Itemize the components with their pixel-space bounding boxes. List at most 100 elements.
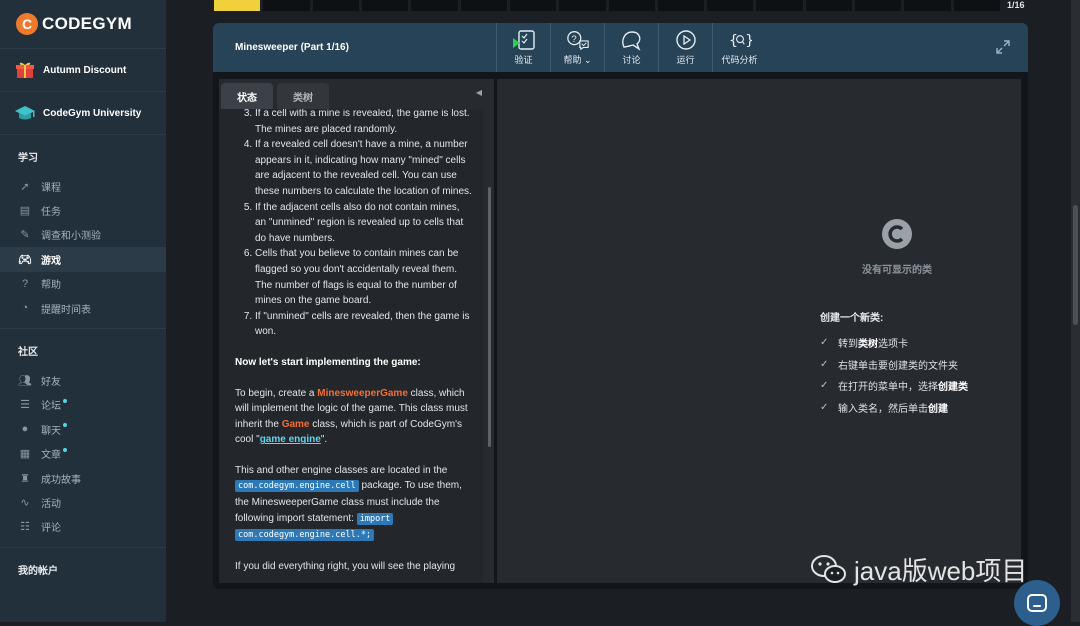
- code-analysis-icon: {}: [728, 29, 752, 51]
- discussion-button[interactable]: 讨论: [604, 23, 658, 72]
- check-icon: ✓: [820, 337, 829, 349]
- reminder-icon: ◔: [21, 302, 29, 315]
- sidebar-item-activity[interactable]: ∿ 活动: [0, 490, 166, 514]
- task-toolbar: Minesweeper (Part 1/16) 验证 ? 帮助 ⌄ 讨论 运行: [213, 23, 1028, 72]
- game-engine-link[interactable]: game engine: [260, 434, 321, 445]
- sidebar-item-tasks[interactable]: ▤ 任务: [0, 198, 166, 222]
- codegym-logo-icon: [882, 219, 912, 249]
- section-title-learn: 学习: [18, 153, 38, 164]
- sidebar-item-forum[interactable]: ☰ 论坛: [0, 393, 166, 417]
- package-code: com.codegym.engine.cell: [235, 480, 359, 493]
- logo-badge-icon: C: [16, 13, 38, 35]
- message-icon: [1027, 594, 1047, 612]
- scrollbar[interactable]: [488, 187, 491, 447]
- sidebar-item-label: 聊天: [41, 425, 61, 437]
- list-item: If "unmined" cells are revealed, then th…: [255, 309, 473, 340]
- progress-segment[interactable]: [608, 0, 655, 11]
- promo-autumn-discount[interactable]: Autumn Discount: [0, 49, 166, 92]
- sidebar-item-courses[interactable]: ➚ 课程: [0, 174, 166, 198]
- sidebar-item-label: 任务: [41, 207, 61, 219]
- sidebar-item-articles[interactable]: ▦ 文章: [0, 442, 166, 466]
- sidebar: C CODEGYM Autumn Discount CodeGym Univer…: [0, 0, 166, 622]
- create-class-title: 创建一个新类:: [820, 313, 884, 324]
- tab-bar: 状态 类树 ◀: [219, 79, 494, 109]
- list-item: ✓ 在打开的菜单中，选择 创建类: [820, 380, 968, 394]
- activity-icon: ∿: [20, 496, 30, 509]
- progress-segment[interactable]: [805, 0, 853, 11]
- success-icon: ♜: [20, 472, 30, 485]
- list-item: If a cell with a mine is revealed, the g…: [255, 109, 473, 137]
- run-button[interactable]: 运行: [658, 23, 712, 72]
- sidebar-item-comments[interactable]: ☷ 评论: [0, 515, 166, 539]
- list-item: If a revealed cell doesn't have a mine, …: [255, 137, 473, 199]
- progress-label: 1/16: [1007, 0, 1025, 10]
- articles-icon: ▦: [19, 448, 31, 461]
- collapse-left-icon[interactable]: ◀: [476, 88, 482, 97]
- friends-icon: 👥︎: [18, 375, 32, 388]
- sidebar-item-help[interactable]: ? 帮助: [0, 272, 166, 296]
- help-button[interactable]: ? 帮助 ⌄: [550, 23, 604, 72]
- section-title-account[interactable]: 我的帐户: [0, 548, 166, 587]
- quiz-icon: ✎: [20, 229, 30, 242]
- progress-segment[interactable]: [756, 0, 803, 11]
- list-item: If the adjacent cells also do not contai…: [255, 200, 473, 247]
- section-title-community: 社区: [18, 347, 38, 359]
- tab-class-tree[interactable]: 类树: [277, 83, 329, 109]
- class-name-highlight: Game: [281, 418, 310, 430]
- discussion-icon: [620, 29, 644, 51]
- sidebar-item-friends[interactable]: 👥︎ 好友: [0, 368, 166, 392]
- import-code: import: [356, 512, 394, 525]
- wechat-icon: [810, 554, 848, 586]
- tool-label: 讨论: [622, 55, 641, 65]
- logo[interactable]: C CODEGYM: [0, 0, 166, 49]
- notification-dot: [63, 398, 67, 403]
- sidebar-item-label: 论坛: [41, 401, 61, 413]
- sidebar-item-label: 游戏: [41, 255, 61, 267]
- tab-status[interactable]: 状态: [221, 83, 273, 109]
- sidebar-item-reminders[interactable]: ◔ 提醒时间表: [0, 296, 166, 320]
- sidebar-item-label: 提醒时间表: [41, 304, 91, 316]
- progress-segment[interactable]: [214, 0, 261, 11]
- gift-icon: [14, 60, 36, 80]
- progress-segment[interactable]: [904, 0, 951, 11]
- progress-segment[interactable]: [411, 0, 458, 11]
- promo-label: CodeGym University: [43, 107, 142, 119]
- promo-codegym-university[interactable]: CodeGym University: [0, 92, 166, 135]
- verify-button[interactable]: 验证: [496, 23, 550, 72]
- progress-segment[interactable]: [509, 0, 557, 11]
- rules-list: If a cell with a mine is revealed, the g…: [235, 109, 473, 340]
- section-heading: Now let's start implementing the game:: [235, 356, 421, 368]
- expand-icon[interactable]: [996, 40, 1010, 54]
- notification-dot: [63, 447, 67, 452]
- page-scrollbar[interactable]: [1071, 0, 1080, 622]
- scrollbar-thumb[interactable]: [1073, 205, 1078, 325]
- support-chat-button[interactable]: [1014, 580, 1060, 626]
- progress-segment[interactable]: [263, 0, 310, 11]
- sidebar-item-quizzes[interactable]: ✎ 调查和小测验: [0, 223, 166, 247]
- sidebar-item-label: 评论: [41, 523, 61, 535]
- svg-text:}: }: [745, 32, 752, 49]
- progress-segment[interactable]: [460, 0, 507, 11]
- help-chat-icon: ?: [566, 29, 590, 51]
- progress-segment[interactable]: [312, 0, 359, 11]
- watermark-text: java版web项目: [854, 556, 1028, 586]
- list-item: ✓ 转到 类树 选项卡: [820, 337, 908, 351]
- progress-segment[interactable]: [707, 0, 754, 11]
- progress-segment[interactable]: [855, 0, 902, 11]
- tool-label: 验证: [514, 55, 533, 65]
- code-analysis-button[interactable]: {} 代码分析: [712, 23, 766, 72]
- watermark: java版web项目: [810, 551, 1027, 588]
- forum-icon: ☰: [20, 399, 30, 412]
- progress-segment[interactable]: [657, 0, 705, 11]
- sidebar-item-games[interactable]: 🎮︎ 游戏: [0, 247, 166, 272]
- progress-segment[interactable]: [559, 0, 606, 11]
- list-item: ✓ 输入类名，然后单击 创建: [820, 401, 948, 415]
- progress-segment[interactable]: [953, 0, 1000, 11]
- sidebar-item-chat[interactable]: ● 聊天: [0, 417, 166, 441]
- sidebar-item-label: 调查和小测验: [41, 231, 101, 243]
- create-class-steps: ✓ 转到 类树 选项卡 ✓ 右键单击要创建类的文件夹 ✓ 在打开的菜单中，选择 创建类 ✓ 输…: [820, 332, 968, 418]
- progress-segment[interactable]: [361, 0, 409, 11]
- sidebar-item-label: 课程: [41, 182, 61, 194]
- tool-label: 代码分析: [721, 55, 758, 65]
- sidebar-item-success-stories[interactable]: ♜ 成功故事: [0, 466, 166, 490]
